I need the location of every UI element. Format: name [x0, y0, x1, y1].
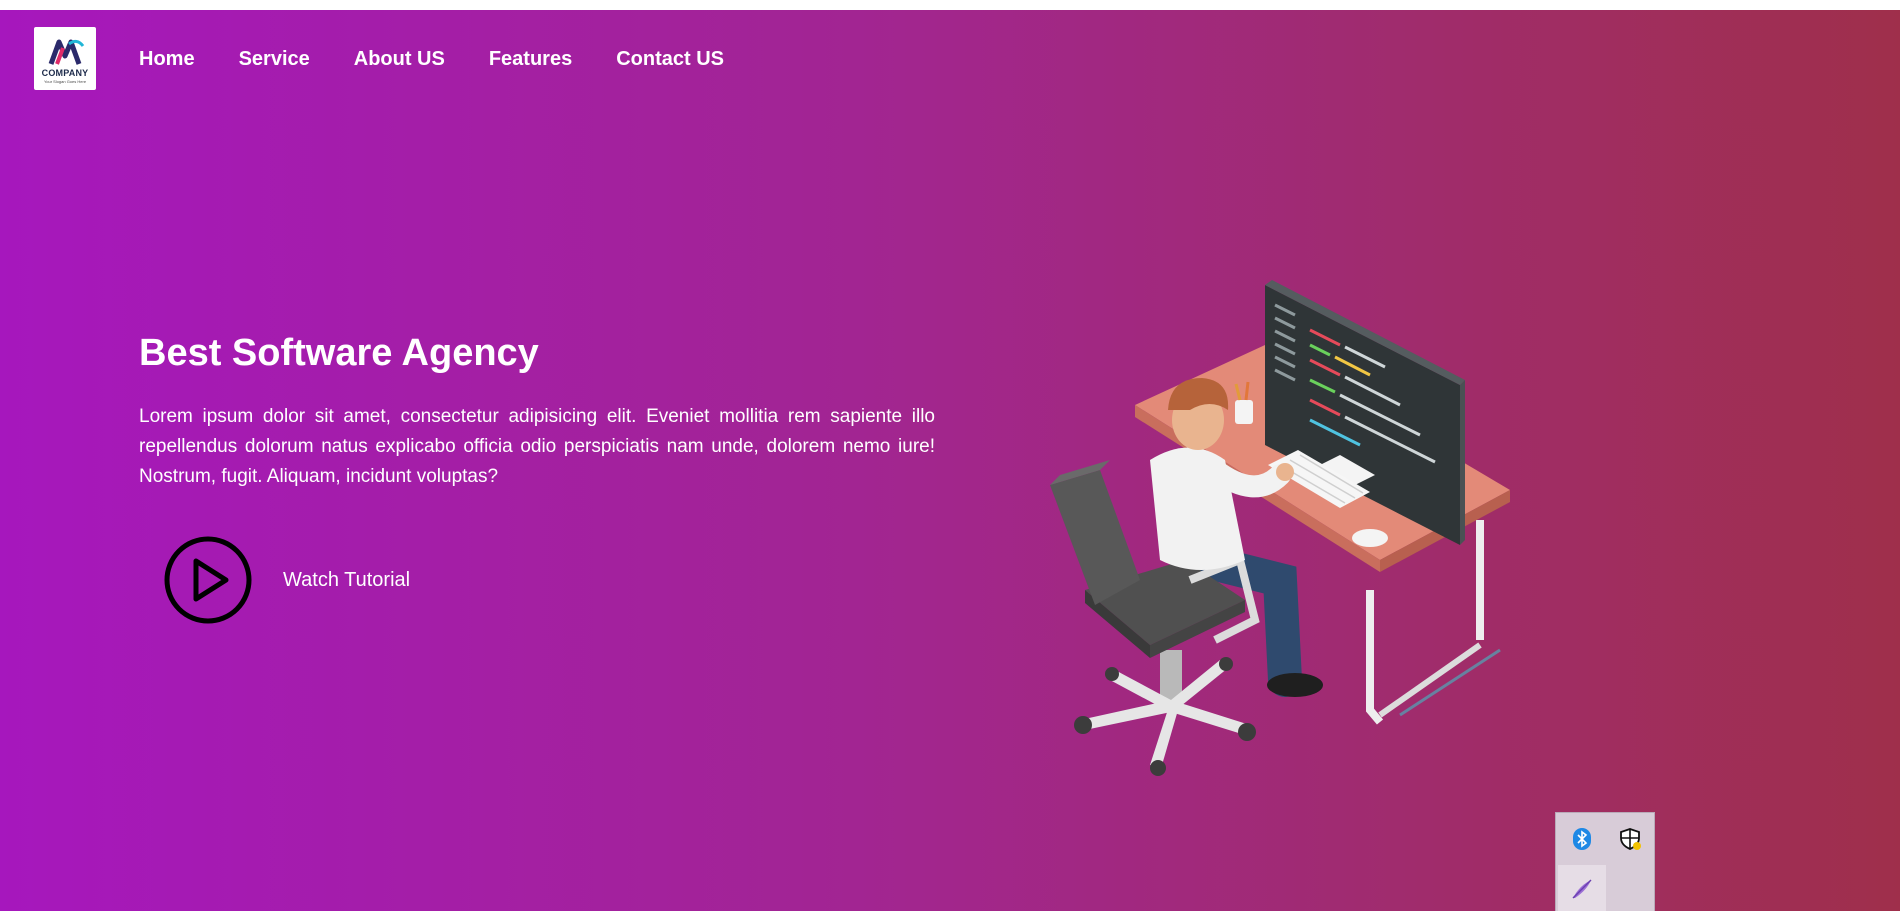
bluetooth-tray-item[interactable]: [1558, 815, 1606, 863]
system-tray-popup: [1555, 812, 1655, 911]
bluetooth-icon[interactable]: [1572, 827, 1592, 851]
watch-tutorial-button[interactable]: Watch Tutorial: [163, 535, 410, 625]
nav-home[interactable]: Home: [139, 48, 195, 71]
security-tray-item[interactable]: [1606, 815, 1654, 863]
nav-contact-us[interactable]: Contact US: [616, 48, 724, 71]
hero-title: Best Software Agency: [139, 332, 539, 374]
logo-tagline: Your Slogan Goes Here: [43, 78, 87, 84]
pen-icon[interactable]: [1569, 876, 1595, 902]
play-icon[interactable]: [163, 535, 253, 625]
hero-section: COMPANY Your Slogan Goes Here Home Servi…: [0, 10, 1900, 911]
logo-brand-text: COMPANY: [41, 67, 89, 78]
main-nav: Home Service About US Features Contact U…: [139, 48, 768, 71]
nav-features[interactable]: Features: [489, 48, 572, 71]
watch-tutorial-label[interactable]: Watch Tutorial: [283, 569, 410, 592]
company-logo[interactable]: COMPANY Your Slogan Goes Here: [34, 27, 96, 90]
developer-at-desk-illustration: [1050, 280, 1510, 776]
hero-description: Lorem ipsum dolor sit amet, consectetur …: [139, 406, 935, 487]
nav-service[interactable]: Service: [239, 48, 310, 71]
logo-mark-icon: [48, 39, 85, 65]
nav-about-us[interactable]: About US: [354, 48, 445, 71]
security-shield-icon[interactable]: [1618, 827, 1642, 851]
pen-tray-item[interactable]: [1558, 865, 1606, 911]
